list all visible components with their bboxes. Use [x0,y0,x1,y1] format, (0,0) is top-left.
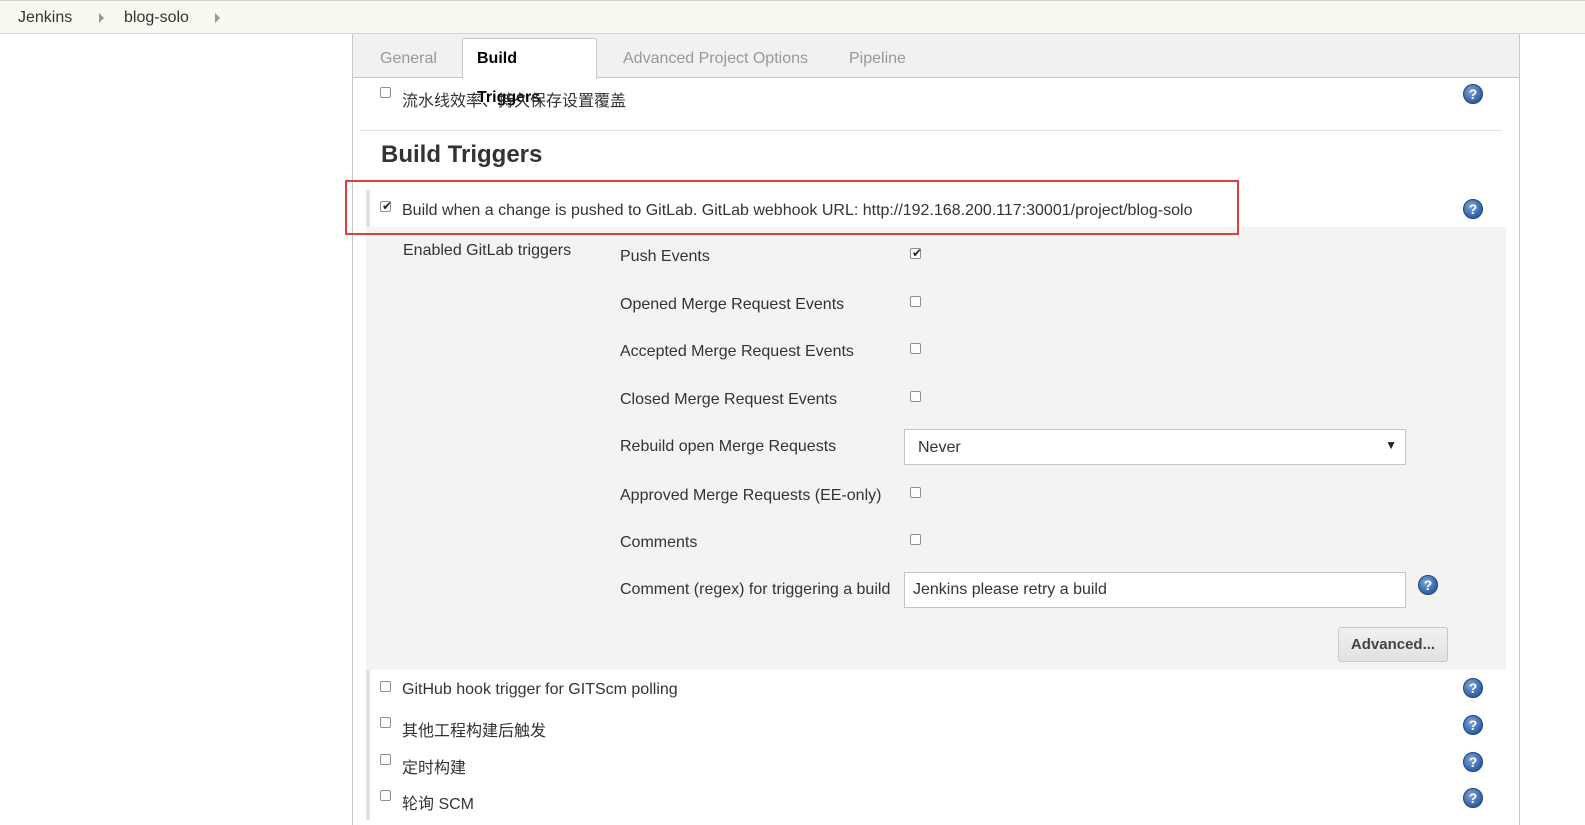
chevron-right-icon[interactable] [99,13,104,23]
breadcrumb: Jenkins blog-solo [0,0,1585,34]
comment-regex-input[interactable] [904,572,1406,608]
section-divider [360,130,1502,131]
comment-regex-label: Comment (regex) for triggering a build [620,581,891,598]
accepted-mr-label: Accepted Merge Request Events [620,343,854,360]
github-hook-label: GitHub hook trigger for GITScm polling [402,681,678,698]
help-icon[interactable]: ? [1463,84,1483,104]
after-other-projects-checkbox[interactable] [380,717,391,728]
help-icon[interactable]: ? [1463,715,1483,735]
tab-strip: General Build Triggers Advanced Project … [353,34,1519,106]
tab-general[interactable]: General [366,39,451,78]
approved-mr-checkbox[interactable] [910,487,921,498]
pipeline-override-label: 流水线效率、持久保存设置覆盖 [402,93,627,110]
push-events-checkbox[interactable]: ✔ [910,246,923,260]
tab-pipeline[interactable]: Pipeline [835,39,920,78]
poll-scm-checkbox[interactable] [380,790,391,801]
scheduled-build-label: 定时构建 [402,760,467,777]
scheduled-build-checkbox[interactable] [380,754,391,765]
checkmark-icon: ✔ [912,246,923,260]
after-other-projects-label: 其他工程构建后触发 [402,723,547,740]
chevron-right-icon[interactable] [215,13,220,23]
closed-mr-label: Closed Merge Request Events [620,391,837,408]
pipeline-override-checkbox[interactable] [380,87,391,98]
rebuild-mr-label: Rebuild open Merge Requests [620,438,837,455]
help-icon[interactable]: ? [1463,788,1483,808]
help-icon[interactable]: ? [1463,752,1483,772]
dropdown-arrow-icon: ▼ [1385,438,1397,452]
accepted-mr-checkbox[interactable] [910,343,921,354]
help-icon[interactable]: ? [1463,199,1483,219]
poll-scm-label: 轮询 SCM [402,796,475,813]
enabled-gitlab-triggers-label: Enabled GitLab triggers [403,242,572,259]
comments-label: Comments [620,534,698,551]
rebuild-mr-select[interactable]: Never ▼ [904,429,1406,465]
breadcrumb-blog-solo[interactable]: blog-solo [124,9,189,27]
rebuild-mr-selected-value: Never [918,439,961,456]
comments-checkbox[interactable] [910,534,921,545]
opened-mr-label: Opened Merge Request Events [620,296,845,313]
breadcrumb-jenkins[interactable]: Jenkins [18,9,72,27]
section-title: Build Triggers [381,141,543,168]
tab-advanced-project-options[interactable]: Advanced Project Options [609,39,822,78]
help-icon[interactable]: ? [1463,678,1483,698]
push-events-label: Push Events [620,248,710,265]
help-icon[interactable]: ? [1418,575,1438,595]
opened-mr-checkbox[interactable] [910,296,921,307]
highlight-annotation [345,180,1239,235]
closed-mr-checkbox[interactable] [910,391,921,402]
approved-mr-label: Approved Merge Requests (EE-only) [620,487,882,504]
advanced-button[interactable]: Advanced... [1338,627,1448,662]
tab-build-triggers[interactable]: Build Triggers [462,38,597,106]
github-hook-checkbox[interactable] [380,681,391,692]
